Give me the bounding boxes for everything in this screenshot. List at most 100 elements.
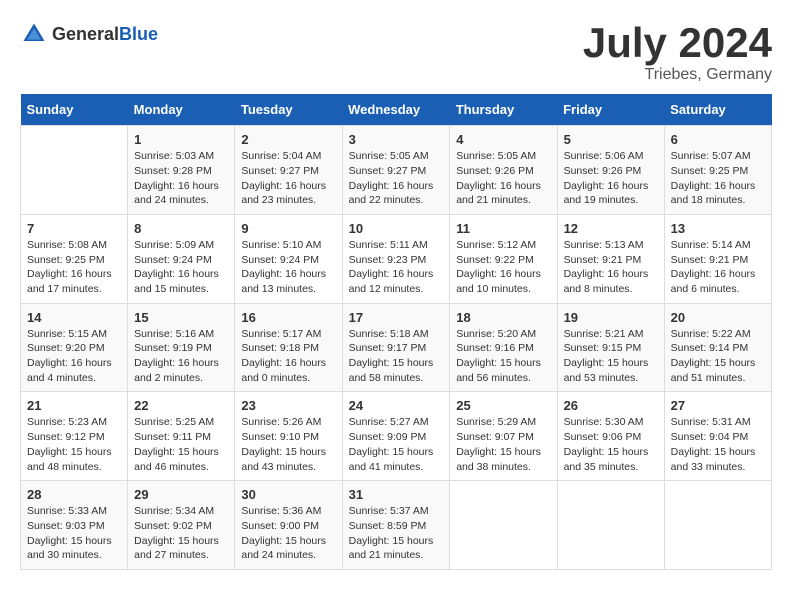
logo-text-general: General [52,24,119,44]
header-day-wednesday: Wednesday [342,94,450,126]
day-number: 14 [27,310,121,325]
calendar-cell: 28 Sunrise: 5:33 AM Sunset: 9:03 PM Dayli… [21,481,128,570]
day-info: Sunrise: 5:25 AM Sunset: 9:11 PM Dayligh… [134,415,228,474]
day-number: 27 [671,398,765,413]
day-info: Sunrise: 5:05 AM Sunset: 9:27 PM Dayligh… [349,149,444,208]
day-number: 19 [564,310,658,325]
calendar-cell: 15 Sunrise: 5:16 AM Sunset: 9:19 PM Dayli… [128,303,235,392]
day-number: 11 [456,221,550,236]
calendar-cell: 30 Sunrise: 5:36 AM Sunset: 9:00 PM Dayli… [235,481,342,570]
calendar-week-row: 1 Sunrise: 5:03 AM Sunset: 9:28 PM Daylig… [21,126,772,215]
calendar-cell: 21Sunrise: 5:23 AM Sunset: 9:12 PM Dayli… [21,392,128,481]
day-info: Sunrise: 5:13 AM Sunset: 9:21 PM Dayligh… [564,238,658,297]
day-number: 16 [241,310,335,325]
calendar-week-row: 7Sunrise: 5:08 AM Sunset: 9:25 PM Daylig… [21,214,772,303]
day-info: Sunrise: 5:03 AM Sunset: 9:28 PM Dayligh… [134,149,228,208]
day-number: 15 [134,310,228,325]
calendar-cell: 25 Sunrise: 5:29 AM Sunset: 9:07 PM Dayli… [450,392,557,481]
day-info: Sunrise: 5:21 AM Sunset: 9:15 PM Dayligh… [564,327,658,386]
day-number: 1 [134,132,228,147]
header-day-saturday: Saturday [664,94,771,126]
day-number: 3 [349,132,444,147]
day-number: 4 [456,132,550,147]
day-number: 2 [241,132,335,147]
day-info: Sunrise: 5:27 AM Sunset: 9:09 PM Dayligh… [349,415,444,474]
day-info: Sunrise: 5:04 AM Sunset: 9:27 PM Dayligh… [241,149,335,208]
calendar-cell: 27 Sunrise: 5:31 AM Sunset: 9:04 PM Dayli… [664,392,771,481]
day-number: 7 [27,221,121,236]
day-number: 22 [134,398,228,413]
day-number: 9 [241,221,335,236]
day-number: 18 [456,310,550,325]
header-day-tuesday: Tuesday [235,94,342,126]
calendar-cell: 1 Sunrise: 5:03 AM Sunset: 9:28 PM Daylig… [128,126,235,215]
day-number: 10 [349,221,444,236]
calendar-cell: 14 Sunrise: 5:15 AM Sunset: 9:20 PM Dayli… [21,303,128,392]
calendar-cell [557,481,664,570]
calendar-cell [664,481,771,570]
day-info: Sunrise: 5:26 AM Sunset: 9:10 PM Dayligh… [241,415,335,474]
logo-text-blue: Blue [119,24,158,44]
day-info: Sunrise: 5:33 AM Sunset: 9:03 PM Dayligh… [27,504,121,563]
calendar-cell: 7Sunrise: 5:08 AM Sunset: 9:25 PM Daylig… [21,214,128,303]
day-info: Sunrise: 5:20 AM Sunset: 9:16 PM Dayligh… [456,327,550,386]
day-number: 24 [349,398,444,413]
day-info: Sunrise: 5:34 AM Sunset: 9:02 PM Dayligh… [134,504,228,563]
calendar-cell: 11Sunrise: 5:12 AM Sunset: 9:22 PM Dayli… [450,214,557,303]
subtitle: Triebes, Germany [583,66,772,84]
day-info: Sunrise: 5:23 AM Sunset: 9:12 PM Dayligh… [27,415,121,474]
calendar-cell: 2 Sunrise: 5:04 AM Sunset: 9:27 PM Daylig… [235,126,342,215]
calendar-cell: 23Sunrise: 5:26 AM Sunset: 9:10 PM Dayli… [235,392,342,481]
calendar-cell: 20Sunrise: 5:22 AM Sunset: 9:14 PM Dayli… [664,303,771,392]
title-section: July 2024 Triebes, Germany [583,20,772,84]
calendar-cell: 13 Sunrise: 5:14 AM Sunset: 9:21 PM Dayli… [664,214,771,303]
day-number: 30 [241,487,335,502]
day-info: Sunrise: 5:06 AM Sunset: 9:26 PM Dayligh… [564,149,658,208]
calendar-cell: 3 Sunrise: 5:05 AM Sunset: 9:27 PM Daylig… [342,126,450,215]
day-info: Sunrise: 5:17 AM Sunset: 9:18 PM Dayligh… [241,327,335,386]
day-number: 31 [349,487,444,502]
day-number: 25 [456,398,550,413]
calendar-cell: 17 Sunrise: 5:18 AM Sunset: 9:17 PM Dayli… [342,303,450,392]
calendar-cell: 8 Sunrise: 5:09 AM Sunset: 9:24 PM Daylig… [128,214,235,303]
day-info: Sunrise: 5:10 AM Sunset: 9:24 PM Dayligh… [241,238,335,297]
calendar-table: SundayMondayTuesdayWednesdayThursdayFrid… [20,94,772,570]
header-day-thursday: Thursday [450,94,557,126]
day-info: Sunrise: 5:09 AM Sunset: 9:24 PM Dayligh… [134,238,228,297]
day-number: 8 [134,221,228,236]
calendar-cell: 16 Sunrise: 5:17 AM Sunset: 9:18 PM Dayli… [235,303,342,392]
day-info: Sunrise: 5:05 AM Sunset: 9:26 PM Dayligh… [456,149,550,208]
day-info: Sunrise: 5:07 AM Sunset: 9:25 PM Dayligh… [671,149,765,208]
day-number: 13 [671,221,765,236]
header-day-friday: Friday [557,94,664,126]
logo-icon [20,20,48,48]
day-info: Sunrise: 5:16 AM Sunset: 9:19 PM Dayligh… [134,327,228,386]
day-info: Sunrise: 5:36 AM Sunset: 9:00 PM Dayligh… [241,504,335,563]
calendar-week-row: 21Sunrise: 5:23 AM Sunset: 9:12 PM Dayli… [21,392,772,481]
day-number: 29 [134,487,228,502]
day-info: Sunrise: 5:22 AM Sunset: 9:14 PM Dayligh… [671,327,765,386]
calendar-cell: 9 Sunrise: 5:10 AM Sunset: 9:24 PM Daylig… [235,214,342,303]
day-info: Sunrise: 5:14 AM Sunset: 9:21 PM Dayligh… [671,238,765,297]
day-info: Sunrise: 5:15 AM Sunset: 9:20 PM Dayligh… [27,327,121,386]
day-info: Sunrise: 5:29 AM Sunset: 9:07 PM Dayligh… [456,415,550,474]
calendar-cell: 29 Sunrise: 5:34 AM Sunset: 9:02 PM Dayli… [128,481,235,570]
day-number: 17 [349,310,444,325]
day-number: 28 [27,487,121,502]
day-info: Sunrise: 5:31 AM Sunset: 9:04 PM Dayligh… [671,415,765,474]
day-number: 6 [671,132,765,147]
page-header: GeneralBlue July 2024 Triebes, Germany [20,20,772,84]
day-info: Sunrise: 5:11 AM Sunset: 9:23 PM Dayligh… [349,238,444,297]
header-day-sunday: Sunday [21,94,128,126]
day-number: 5 [564,132,658,147]
calendar-cell: 12Sunrise: 5:13 AM Sunset: 9:21 PM Dayli… [557,214,664,303]
calendar-cell: 24 Sunrise: 5:27 AM Sunset: 9:09 PM Dayli… [342,392,450,481]
calendar-cell: 31Sunrise: 5:37 AM Sunset: 8:59 PM Dayli… [342,481,450,570]
calendar-cell: 6 Sunrise: 5:07 AM Sunset: 9:25 PM Daylig… [664,126,771,215]
calendar-cell: 18 Sunrise: 5:20 AM Sunset: 9:16 PM Dayli… [450,303,557,392]
calendar-cell: 26Sunrise: 5:30 AM Sunset: 9:06 PM Dayli… [557,392,664,481]
main-title: July 2024 [583,20,772,66]
day-info: Sunrise: 5:30 AM Sunset: 9:06 PM Dayligh… [564,415,658,474]
calendar-week-row: 14 Sunrise: 5:15 AM Sunset: 9:20 PM Dayli… [21,303,772,392]
day-info: Sunrise: 5:18 AM Sunset: 9:17 PM Dayligh… [349,327,444,386]
